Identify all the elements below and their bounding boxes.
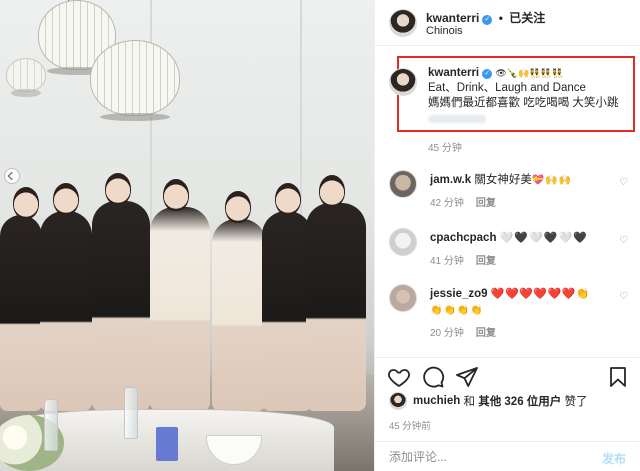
action-bar [375,357,640,397]
comment-like-heart-icon[interactable]: ♡ [619,236,629,246]
reply-button[interactable]: 回复 [476,256,496,267]
comment-like-heart-icon[interactable]: ♡ [619,292,629,302]
comment-emojis-line-2: 👏👏👏👏 [430,305,484,316]
comment-username[interactable]: jam.w.k [430,174,471,186]
avatar[interactable] [389,9,417,37]
liked-by-user[interactable]: muchieh [413,395,460,407]
avatar[interactable] [389,392,407,410]
caption-line-2: 媽媽們最近都喜歡 吃吃喝喝 大笑小跳 [428,97,619,109]
comment-username[interactable]: cpachcpach [430,232,496,244]
separator-dot: • [498,11,503,25]
heart-icon[interactable] [387,365,411,389]
liked-by-suffix: 赞了 [564,396,588,408]
comment-like-heart-icon[interactable]: ♡ [619,178,629,188]
caption-timestamp: 45 分钟 [428,143,462,154]
caption-emojis: 👁🍾🙌👯👯👯 [495,68,563,78]
reply-button[interactable]: 回复 [476,328,496,339]
comment-emojis: ❤️❤️❤️❤️❤️❤️👏 [490,288,591,300]
carousel-prev-icon[interactable] [4,168,20,184]
comment-icon[interactable] [421,365,445,389]
comment-timestamp: 20 分钟 [430,328,464,339]
liked-by-and: 和 [463,396,476,408]
blue-glass [156,427,178,461]
comment-timestamp: 42 分钟 [430,198,464,209]
person [150,179,210,411]
person [212,191,266,411]
post-timestamp[interactable]: 45 分钟前 [389,418,431,432]
person [0,187,42,411]
share-icon[interactable] [455,365,479,389]
verified-badge-icon: ✓ [482,69,493,79]
comment-emojis: 💝🙌🙌 [531,175,573,186]
following-button[interactable]: 已关注 [509,11,545,25]
reply-button[interactable]: 回复 [476,198,496,209]
comment-input[interactable] [389,448,579,466]
person [40,183,92,411]
avatar[interactable] [389,68,417,96]
blurred-hashtags [428,115,486,123]
caption-username[interactable]: kwanterri [428,67,479,79]
post-side-panel: kwanterri ✓ • 已关注 Chinois kwanterri ✓ 👁🍾🙌👯… [374,0,640,471]
location-link[interactable]: Chinois [426,25,463,37]
wine-glass [44,399,58,451]
person [306,175,366,411]
person [92,173,150,411]
liked-by: muchieh 和 其他 326 位用户 赞了 [389,392,587,410]
comment-item: cpachcpach 🤍🖤🤍🖤🤍🖤 41 分钟 回复 ♡ [389,228,629,268]
comment-text: 關女神好美 [474,174,532,186]
avatar[interactable] [389,284,417,312]
comment-item: jam.w.k 關女神好美💝🙌🙌 42 分钟 回复 ♡ [389,170,629,210]
comment-emojis: 🤍🖤🤍🖤🤍🖤 [499,232,588,244]
post-header: kwanterri ✓ • 已关注 Chinois [375,0,640,46]
avatar[interactable] [389,170,417,198]
post-photo[interactable] [0,0,374,471]
bookmark-icon[interactable] [606,365,630,389]
verified-badge-icon: ✓ [482,15,493,25]
comment-timestamp: 41 分钟 [430,256,464,267]
person [262,183,312,411]
pendant-lamp [90,40,180,121]
avatar[interactable] [389,228,417,256]
liked-by-others[interactable]: 其他 326 位用户 [478,393,561,409]
comment-item: jessie_zo9 ❤️❤️❤️❤️❤️❤️👏 👏👏👏👏 20 分钟 回复 ♡ [389,284,629,340]
add-comment-bar: 发布 [375,441,640,471]
author-username[interactable]: kwanterri [426,11,479,25]
caption-line-1: Eat、Drink、Laugh and Dance [428,82,586,94]
post-comment-button[interactable]: 发布 [602,450,626,467]
pendant-lamp [6,58,46,97]
comment-username[interactable]: jessie_zo9 [430,288,488,300]
wine-glass [124,387,138,439]
